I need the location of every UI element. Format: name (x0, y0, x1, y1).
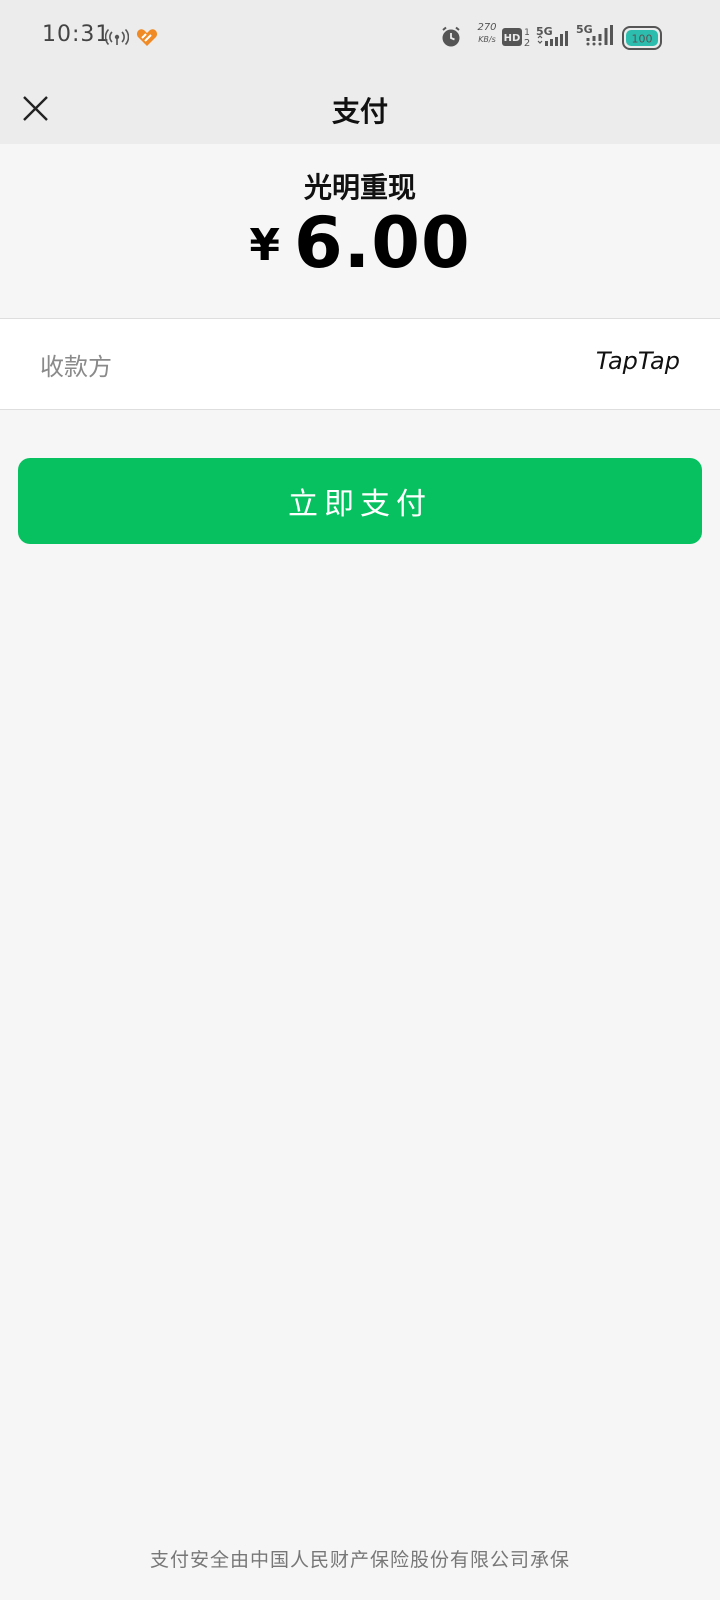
sim2-type-text: 5G (576, 23, 593, 36)
signal-sim2-icon: 5G (576, 22, 614, 52)
svg-text:HD: HD (504, 33, 521, 44)
signal-sim1-icon: 5G (536, 24, 570, 52)
hd-sup-text: 1 (524, 28, 530, 38)
battery-level-text: 100 (632, 33, 653, 46)
payee-row: 收款方 TapTap (0, 318, 720, 410)
pay-now-button[interactable]: 立即支付 (18, 458, 702, 544)
payee-label: 收款方 (40, 353, 112, 381)
product-name: 光明重现 (303, 171, 416, 204)
hotspot-icon (104, 28, 130, 50)
nav-bar: 支付 (0, 74, 720, 144)
net-speed-unit: KB/s (478, 35, 496, 44)
alarm-icon (440, 26, 462, 52)
app-notification-icon (136, 27, 158, 51)
order-summary: 光明重现 ¥6.00 (0, 144, 720, 318)
insurance-note: 支付安全由中国人民财产保险股份有限公司承保 (149, 1549, 570, 1571)
amount-value: 6.00 (293, 202, 471, 284)
payee-value: TapTap (595, 347, 680, 375)
status-bar: 10:31 270 KB/s HD 1 2 5G 5G 100 (0, 0, 720, 74)
sim1-type-text: 5G (536, 25, 553, 38)
net-speed: 270 KB/s (472, 22, 502, 46)
payment-amount: ¥6.00 (0, 202, 720, 284)
currency-symbol: ¥ (249, 220, 280, 271)
hd-sub-text: 2 (524, 38, 530, 48)
status-time: 10:31 (42, 22, 111, 47)
net-speed-value: 270 (477, 22, 497, 33)
page-title: 支付 (331, 95, 388, 128)
hd-voice-icon: HD 1 2 (502, 26, 532, 52)
battery-icon: 100 (622, 26, 664, 54)
